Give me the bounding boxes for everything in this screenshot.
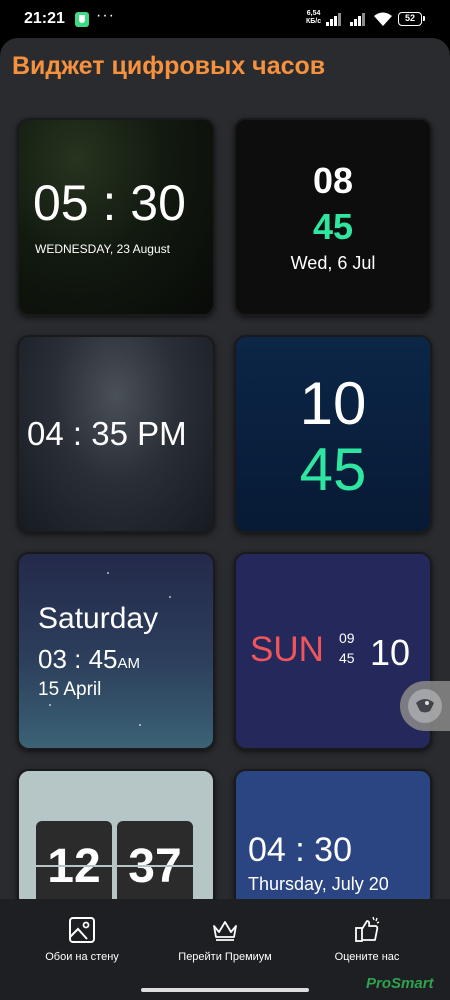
widget-hour: 09 [339,630,355,646]
flip-hour: 12 [36,821,112,907]
nav-wallpaper-button[interactable]: Обои на стену [7,899,157,979]
crown-icon [213,921,237,941]
widget-card-3[interactable]: 04 : 35 PM [17,335,215,533]
widget-card-5[interactable]: Saturday 03 : 45AM 15 April [17,552,215,750]
battery-icon: 52 [398,12,425,26]
widget-time: 05 : 30 [33,175,186,231]
shield-icon [75,12,89,27]
widget-hour: 08 [312,160,354,201]
widget-hour: 10 [299,370,367,437]
star-decoration [169,596,171,598]
wifi-icon [374,12,392,26]
widget-time: 04 : 35 PM [27,415,187,452]
widget-minute: 45 [312,206,354,247]
widget-minute: 45 [339,650,355,666]
widget-card-4[interactable]: 10 45 [234,335,432,533]
nav-label: Обои на стену [45,951,119,963]
widget-card-2[interactable]: 08 45 Wed, 6 Jul [234,118,432,316]
widget-date: Thursday, July 20 [248,874,389,894]
network-speed: 6,54 КБ/с [306,10,321,26]
nav-rate-button[interactable]: Оцените нас [292,899,442,979]
star-decoration [49,704,51,706]
star-decoration [139,724,141,726]
bottom-nav: Обои на стену Перейти Премиум Оцените на… [0,899,450,1000]
widget-seconds: 10 [370,632,411,673]
network-speed-value: 6,54 [306,10,321,17]
widget-ampm: AM [117,655,141,672]
app-sheet: Виджет цифровых часов 05 : 30 WEDNESDAY,… [0,38,450,1000]
widget-day: Saturday [38,602,159,635]
flip-minute: 37 [117,821,193,907]
thumbs-up-icon [355,916,380,942]
star-decoration [107,572,109,574]
widget-card-7[interactable]: 12 37 [17,769,215,909]
image-icon [69,917,95,943]
widget-date: 15 April [38,679,102,700]
bird-icon [408,689,442,723]
widget-time: 03 : 45AM [38,644,140,675]
widget-time-value: 03 : 45 [38,644,118,674]
floating-assistant-button[interactable] [400,681,450,731]
status-bar: 21:21 ··· 6,54 КБ/с 52 [0,0,450,38]
widget-day: SUN [250,630,324,669]
nav-label: Оцените нас [334,951,400,963]
nav-premium-button[interactable]: Перейти Премиум [150,899,300,979]
widget-minute: 45 [299,436,367,503]
widget-date: Wed, 6 Jul [290,253,376,273]
network-speed-unit: КБ/с [306,18,322,25]
page-title: Виджет цифровых часов [12,52,326,80]
watermark-logo: ProSmart [366,975,434,992]
widget-card-8[interactable]: 04 : 30 Thursday, July 20 [234,769,432,909]
nav-label: Перейти Премиум [178,951,272,963]
status-time: 21:21 [24,10,65,27]
more-notifications-icon: ··· [96,7,115,24]
widget-time: 04 : 30 [248,831,352,869]
widget-card-1[interactable]: 05 : 30 WEDNESDAY, 23 August [17,118,215,316]
home-indicator[interactable] [141,988,309,992]
signal-icon [326,12,344,26]
signal-icon [350,12,368,26]
widget-date: WEDNESDAY, 23 August [35,242,170,256]
